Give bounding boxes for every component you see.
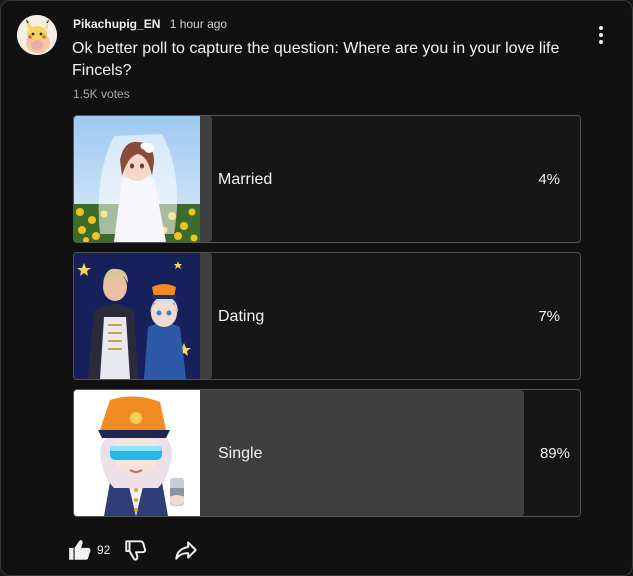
share-button[interactable]	[173, 537, 199, 563]
thumbs-down-icon	[125, 540, 146, 561]
thumbs-up-icon	[69, 540, 91, 560]
poll-option-image	[74, 253, 200, 379]
author-avatar[interactable]	[17, 15, 57, 55]
anime-character-image	[74, 390, 200, 516]
like-count: 92	[97, 543, 111, 557]
poll-option-dating[interactable]: Dating 7%	[73, 252, 581, 380]
dislike-button[interactable]	[123, 537, 149, 563]
poll-option-percent: 4%	[538, 171, 560, 188]
poll-option-label: Married	[218, 171, 273, 188]
poll-option-married[interactable]: Married 4%	[73, 115, 581, 243]
poll-option-percent: 89%	[539, 445, 570, 462]
community-post-card: Pikachupig_EN 1 hour ago Ok better poll …	[0, 0, 633, 576]
like-button[interactable]: 92	[67, 537, 117, 563]
post-header: Pikachupig_EN 1 hour ago	[73, 16, 227, 32]
more-vertical-icon	[599, 26, 603, 44]
poll-vote-count: 1.5K votes	[73, 87, 130, 101]
post-text: Ok better poll to capture the question: …	[72, 40, 560, 79]
anime-bride-image	[74, 116, 200, 242]
pikachu-avatar-icon	[17, 15, 57, 55]
post-menu-button[interactable]	[589, 23, 613, 47]
poll-option-label: Dating	[218, 308, 265, 325]
poll-option-percent: 7%	[538, 308, 560, 325]
author-name[interactable]: Pikachupig_EN	[73, 17, 160, 31]
poll-option-image	[74, 390, 200, 516]
share-arrow-icon	[175, 541, 197, 560]
poll-option-label: Single	[218, 445, 263, 462]
poll-option-image	[74, 116, 200, 242]
anime-couple-image	[74, 253, 200, 379]
poll-option-single[interactable]: Single 89%	[73, 389, 581, 517]
post-timestamp[interactable]: 1 hour ago	[170, 17, 227, 31]
